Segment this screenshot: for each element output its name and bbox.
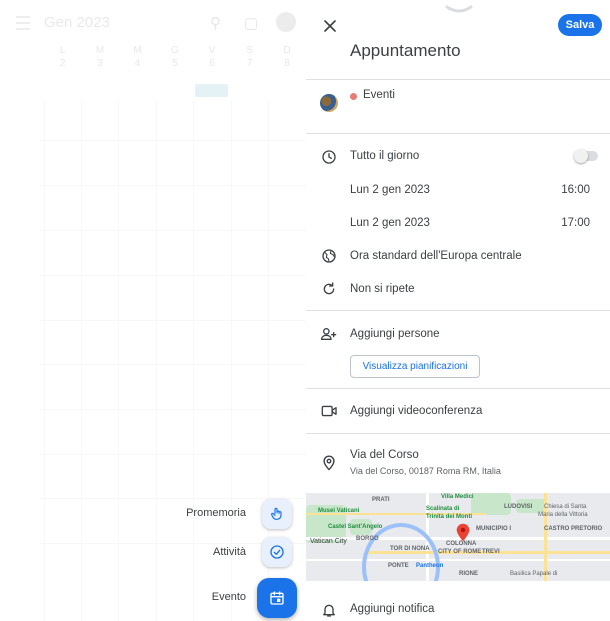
close-button[interactable] [320,16,340,36]
map-pin-icon [456,523,470,542]
add-people-field[interactable]: Aggiungi persone [350,328,440,340]
month-title[interactable]: Gen 2023 [44,14,110,31]
end-time[interactable]: 17:00 [561,217,590,229]
event-title-field[interactable]: Appuntamento [350,41,461,61]
map-label: CASTRO PRETORIO [544,526,603,532]
start-time[interactable]: 16:00 [561,184,590,196]
divider [306,388,610,389]
account-avatar[interactable] [276,12,296,32]
map-label: LUDOVISI [504,504,533,510]
calendar-icon [270,591,284,605]
add-videoconference-button[interactable]: Aggiungi videoconferenza [350,405,482,417]
map-label: Pantheon [416,563,444,569]
people-icon [320,325,338,343]
map-label: Basilica Papale di [510,571,558,577]
map-label: Scalinata di [426,506,460,512]
save-button[interactable]: Salva [558,14,602,36]
week-days-header: L2 M3 M4 G5 V6 S7 D8 [44,44,306,70]
map-label: Maria della Vittoria [538,512,588,518]
map-label: Chiesa di Santa [544,504,587,510]
avatar [320,94,338,112]
bell-icon [320,601,338,619]
all-day-toggle[interactable] [574,149,598,163]
event-label: Evento [211,591,246,603]
map-label: RIONE [459,571,479,577]
weekday: S7 [246,45,253,69]
timezone-selector[interactable]: Ora standard dell'Europa centrale [350,250,522,262]
divider [306,433,610,434]
repeat-icon [320,280,338,298]
map-label: TREVI [482,549,500,555]
location-pin-icon [320,453,338,471]
weekday: V6 [208,45,216,69]
search-icon[interactable]: ⚲ [210,14,221,32]
map-label: Castel Sant'Angelo [328,524,383,530]
reminder-hand-icon [271,507,282,520]
weekday: L2 [59,45,66,69]
today-icon[interactable]: ▢ [244,14,258,32]
map-label: MUNICIPIO I [476,526,512,532]
map-label: Musei Vaticani [318,508,360,514]
weekday: M3 [95,45,105,69]
start-date[interactable]: Lun 2 gen 2023 [350,184,430,196]
calendar-color-dot [350,93,357,100]
end-date[interactable]: Lun 2 gen 2023 [350,217,430,229]
map-label: Villa Medici [441,494,474,500]
video-icon [320,402,338,420]
weekday: D8 [283,45,291,69]
divider [306,133,610,134]
weekday: M4 [133,45,142,69]
calendar-selector[interactable]: Eventi [363,89,395,101]
map-label: Vatican City [310,538,347,545]
location-address: Via del Corso, 00187 Roma RM, Italia [350,466,501,476]
task-button[interactable] [262,537,292,567]
close-icon [324,20,336,32]
background-calendar: Gen 2023 ⚲ ▢ L2 M3 M4 G5 V6 S7 D8 Promem… [0,0,306,621]
weekday: G5 [170,45,179,69]
all-day-label: Tutto il giorno [350,150,420,162]
drag-handle-icon[interactable] [445,5,473,15]
map-label: Trinità dei Monti [426,514,472,520]
map-label: CITY OF ROME [438,549,482,555]
location-field[interactable]: Via del Corso [350,449,419,461]
map-label: BORGO [356,536,379,542]
add-notification-button[interactable]: Aggiungi notifica [350,603,434,615]
map-label: TOR DI NONA [390,546,430,552]
repeat-selector[interactable]: Non si ripete [350,283,415,295]
reminder-button[interactable] [262,499,292,529]
map-label: PRATI [372,497,390,503]
globe-icon [320,247,338,265]
view-schedules-button[interactable]: Visualizza pianificazioni [350,355,480,378]
clock-icon [320,148,338,166]
divider [306,79,610,80]
divider [306,310,610,311]
new-event-button[interactable] [257,578,297,618]
reminder-label: Promemoria [186,507,246,519]
event-editor-panel: Salva Appuntamento Eventi Tutto il giorn… [306,0,610,621]
location-map[interactable]: PRATI Villa Medici Musei Vaticani Scalin… [306,493,610,581]
calendar-toolbar: Gen 2023 ⚲ ▢ [0,0,306,44]
menu-icon[interactable] [16,16,30,30]
event-chip[interactable] [195,84,228,97]
map-label: PONTE [388,563,409,569]
task-label: Attività [212,546,246,558]
task-check-icon [270,545,284,559]
